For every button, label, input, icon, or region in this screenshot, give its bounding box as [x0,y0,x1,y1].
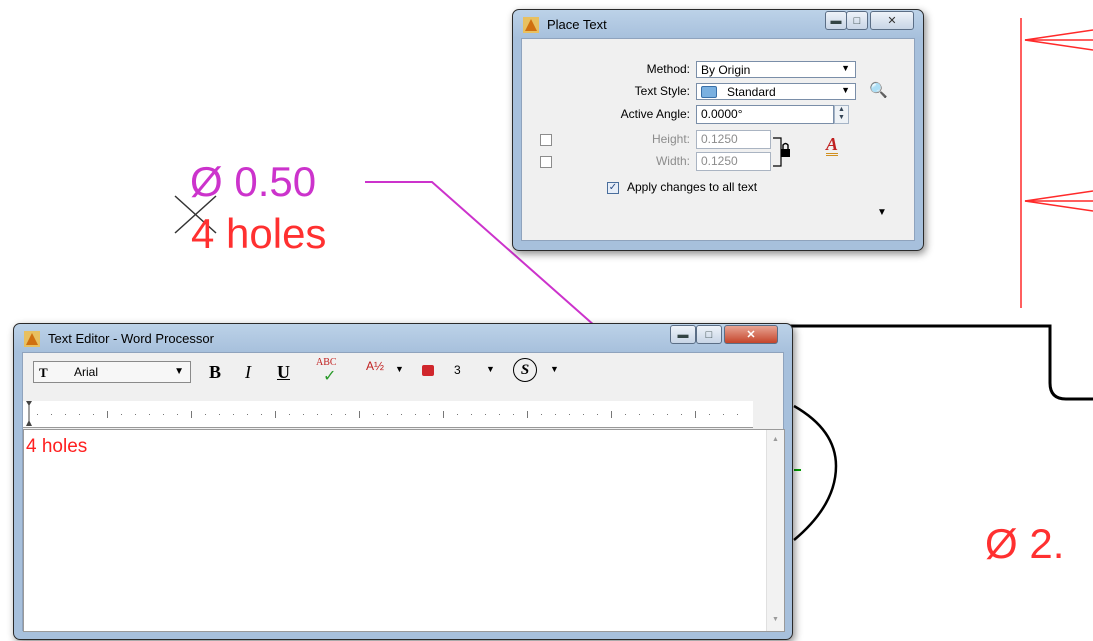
active-angle-field[interactable]: 0.0000° [696,105,834,124]
expand-arrow-icon[interactable]: ▼ [877,207,887,218]
place-text-title: Place Text [547,17,607,32]
color-swatch-icon[interactable] [422,365,434,376]
editor-content[interactable]: 4 holes [26,436,87,458]
color-dropdown-arrow[interactable]: ▼ [486,364,495,374]
lock-icon[interactable] [773,135,795,169]
font-dropdown[interactable]: T Arial ▼ [33,361,191,383]
diameter-dimension-text[interactable]: Ø 0.50 [190,158,316,206]
apply-changes-checkbox[interactable]: ✓ [607,182,619,194]
microstation-icon [24,331,40,347]
text-editor-area[interactable]: 4 holes ▲ ▼ [23,429,785,632]
minimize-button[interactable]: ▬ [670,325,696,344]
text-editor-title: Text Editor - Word Processor [48,331,214,346]
height-label: Height: [651,132,690,146]
maximize-button[interactable]: □ [846,11,868,30]
text-editor-titlebar[interactable]: Text Editor - Word Processor ▬ □ ✕ [14,324,792,352]
text-editor-window: Text Editor - Word Processor ▬ □ ✕ T Ari… [13,323,793,640]
method-dropdown[interactable]: By Origin ▼ [696,61,856,78]
symbol-dropdown-arrow[interactable]: ▼ [550,364,559,374]
close-button[interactable]: ✕ [870,11,914,30]
text-style-dropdown[interactable]: Standard ▼ [696,83,856,100]
chevron-down-icon: ▼ [841,85,850,95]
width-label: Width: [655,154,690,168]
font-name: Arial [74,365,99,379]
close-button[interactable]: ✕ [724,325,778,344]
apply-changes-label: Apply changes to all text [627,180,758,194]
height-field[interactable]: 0.1250 [696,130,771,149]
italic-button[interactable]: I [245,362,251,383]
angle-spinner[interactable]: ▲ ▼ [834,105,849,124]
diameter-partial-text[interactable]: Ø 2. [985,520,1064,568]
fraction-dropdown-arrow[interactable]: ▼ [395,364,404,374]
ruler-ticks [26,401,738,426]
chevron-down-icon: ▼ [841,63,850,73]
text-attributes-icon[interactable]: A [826,135,839,156]
color-index[interactable]: 3 [454,363,461,377]
active-angle-label: Active Angle: [620,107,690,121]
scroll-down-arrow-icon[interactable]: ▼ [772,616,779,623]
part-outline [790,324,1093,401]
text-editor-body: T Arial ▼ B I U ABC ✓ A½ ▼ 3 ▼ S ▼ 4 hol… [22,352,785,632]
truetype-font-icon: T [39,365,48,380]
place-text-panel: Method: By Origin ▼ Text Style: Standard… [521,38,915,241]
place-text-window: Place Text ▬ □ ✕ Method: By Origin ▼ Tex… [512,9,924,251]
bold-button[interactable]: B [209,362,221,383]
method-value: By Origin [701,63,751,77]
maximize-button[interactable]: □ [696,325,722,344]
method-label: Method: [646,62,690,76]
chevron-down-icon: ▼ [174,366,184,377]
microstation-icon [523,17,539,33]
ruler[interactable] [23,401,753,428]
holes-note-text[interactable]: 4 holes [191,210,326,258]
search-icon[interactable]: 🔍 [869,81,888,99]
text-style-label: Text Style: [634,84,690,98]
checkmark-icon: ✓ [323,368,337,385]
fraction-button[interactable]: A½ [366,359,384,373]
spell-check-button[interactable]: ABC ✓ [316,357,342,385]
formatting-toolbar: T Arial ▼ B I U ABC ✓ A½ ▼ 3 ▼ S ▼ [23,357,783,387]
vertical-scrollbar[interactable]: ▲ ▼ [766,430,784,631]
hole-arc [793,404,838,541]
width-field[interactable]: 0.1250 [696,152,771,171]
special-symbol-icon[interactable]: S [513,358,537,382]
scroll-up-arrow-icon[interactable]: ▲ [772,436,779,443]
minimize-button[interactable]: ▬ [825,11,847,30]
underline-button[interactable]: U [277,362,290,383]
text-style-icon [701,86,717,98]
text-style-value: Standard [727,85,776,99]
place-text-titlebar[interactable]: Place Text ▬ □ ✕ [513,10,923,38]
